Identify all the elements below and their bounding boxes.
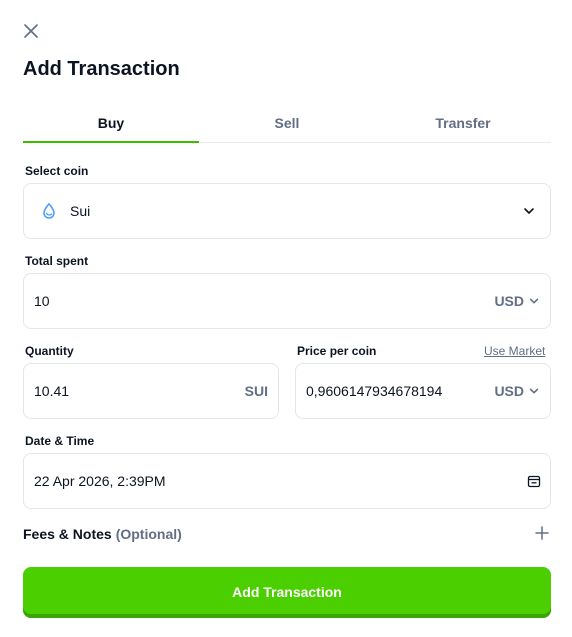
calendar-icon[interactable] bbox=[527, 474, 541, 488]
fees-notes-toggle[interactable]: Fees & Notes (Optional) bbox=[23, 523, 551, 545]
chevron-down-icon bbox=[524, 208, 534, 214]
fees-notes-optional: (Optional) bbox=[115, 526, 182, 542]
price-currency-select[interactable]: USD bbox=[494, 383, 540, 399]
date-time-value: 22 Apr 2026, 2:39PM bbox=[34, 473, 166, 489]
fees-notes-label: Fees & Notes bbox=[23, 526, 112, 542]
tab-sell[interactable]: Sell bbox=[199, 104, 375, 142]
price-currency: USD bbox=[494, 383, 524, 399]
quantity-value: 10.41 bbox=[34, 383, 70, 399]
tab-buy[interactable]: Buy bbox=[23, 104, 199, 143]
total-spent-input[interactable]: 10 USD bbox=[23, 273, 551, 329]
price-per-coin-value: 0,9606147934678194 bbox=[306, 383, 443, 399]
total-spent-currency-select[interactable]: USD bbox=[494, 293, 540, 309]
close-icon bbox=[24, 24, 38, 38]
transaction-type-tabs: Buy Sell Transfer bbox=[23, 104, 551, 143]
date-time-input[interactable]: 22 Apr 2026, 2:39PM bbox=[23, 453, 551, 509]
price-per-coin-label: Price per coin bbox=[297, 344, 377, 358]
coin-select-value: Sui bbox=[70, 203, 91, 219]
select-coin-label: Select coin bbox=[25, 164, 89, 178]
chevron-down-icon bbox=[529, 298, 539, 304]
quantity-label: Quantity bbox=[25, 344, 74, 358]
add-transaction-button[interactable]: Add Transaction bbox=[23, 567, 551, 618]
total-spent-label: Total spent bbox=[25, 254, 89, 268]
close-button[interactable] bbox=[20, 20, 42, 42]
date-time-label: Date & Time bbox=[25, 434, 95, 448]
total-spent-currency: USD bbox=[494, 293, 524, 309]
tab-transfer[interactable]: Transfer bbox=[375, 104, 551, 142]
total-spent-value: 10 bbox=[34, 293, 50, 309]
coin-select[interactable]: Sui bbox=[23, 183, 551, 239]
chevron-down-icon bbox=[529, 388, 539, 394]
dialog-title: Add Transaction bbox=[23, 58, 180, 80]
use-market-link[interactable]: Use Market bbox=[484, 344, 545, 358]
quantity-unit: SUI bbox=[244, 383, 268, 399]
plus-icon[interactable] bbox=[535, 526, 549, 540]
price-per-coin-input[interactable]: 0,9606147934678194 USD bbox=[295, 363, 551, 419]
quantity-input[interactable]: 10.41 SUI bbox=[23, 363, 279, 419]
sui-drop-icon bbox=[43, 203, 55, 219]
